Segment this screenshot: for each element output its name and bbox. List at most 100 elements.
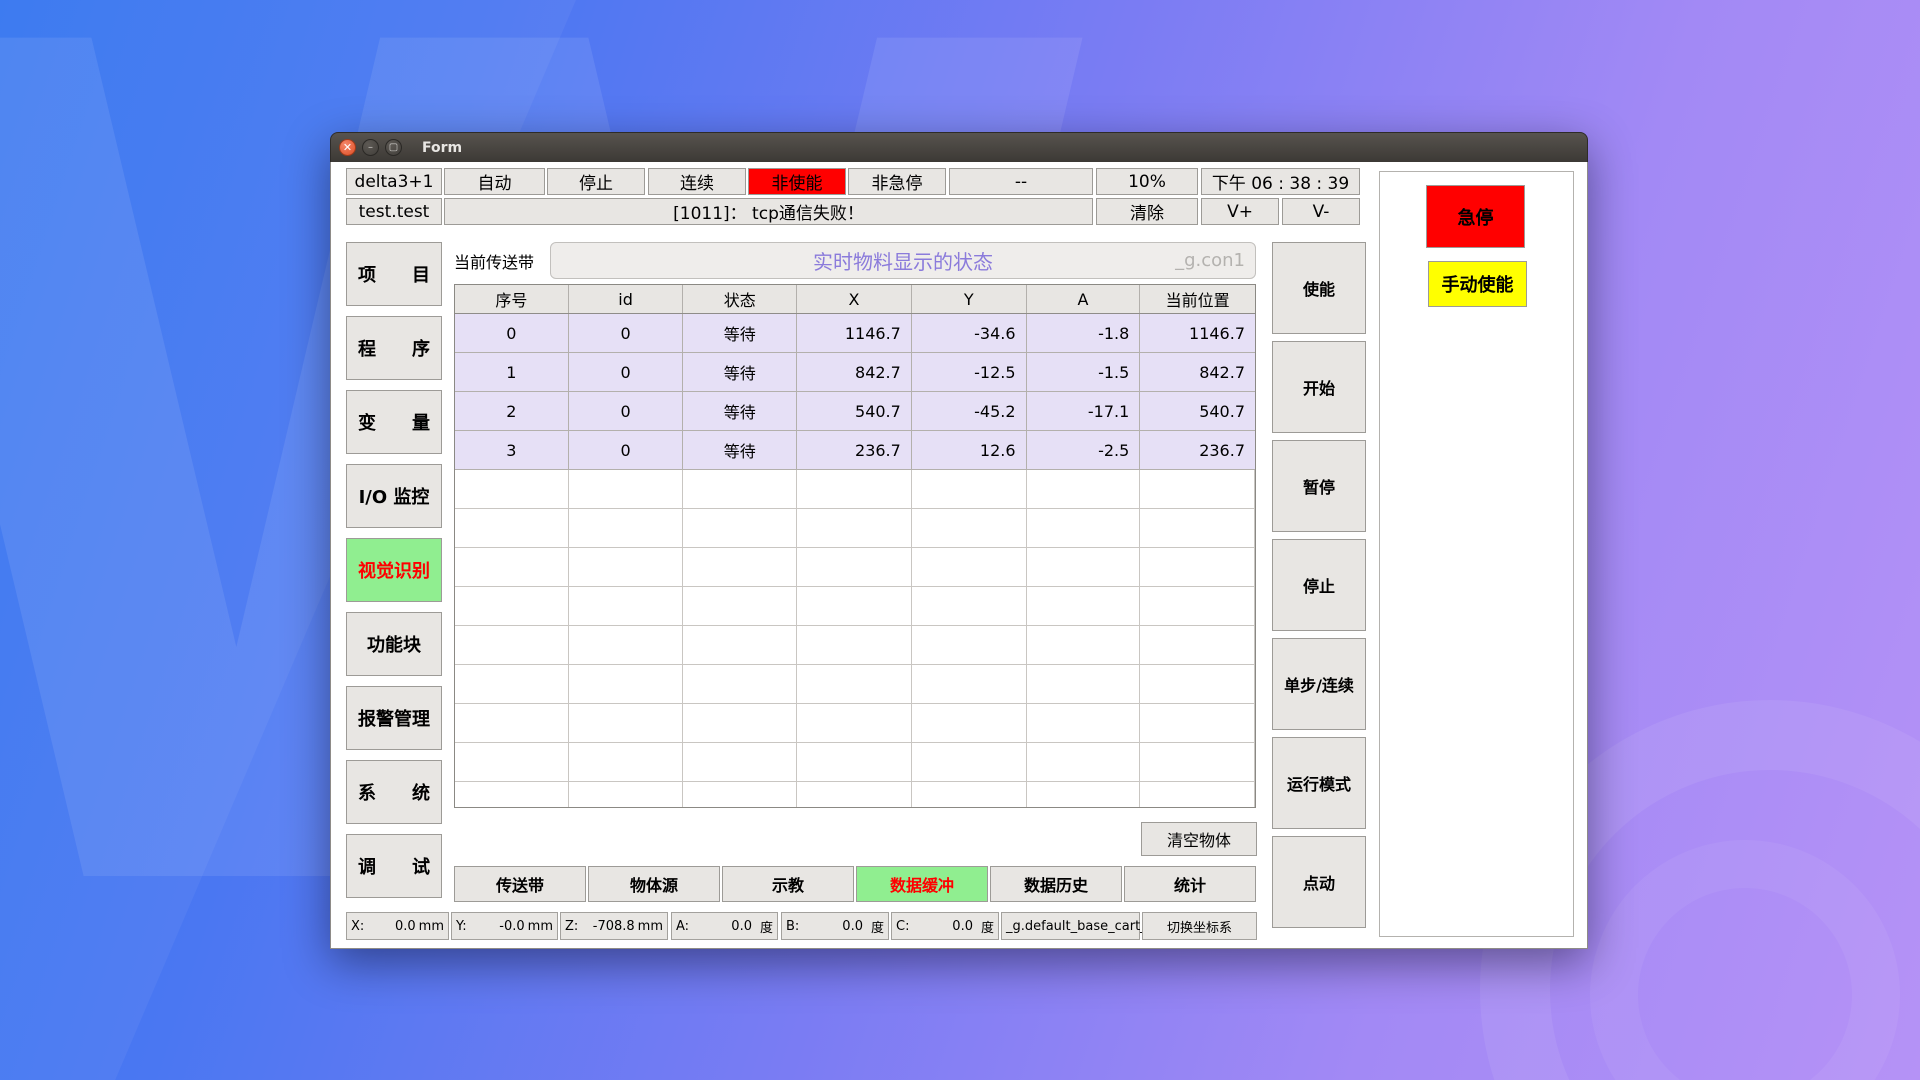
conveyor-value: _g.con1 [1175,250,1245,271]
cell-index: 0 [455,314,569,352]
cell-id: 0 [569,353,684,391]
switch-coordinate-button[interactable]: 切换坐标系 [1142,912,1257,940]
cell-x: 540.7 [797,392,912,430]
cell-position: 842.7 [1140,353,1255,391]
coord-label: X: [351,919,364,934]
tab-teach[interactable]: 示教 [722,866,854,902]
cell-x: 1146.7 [797,314,912,352]
status-coord-c: C: 0.0 度 [891,912,999,940]
sidebar-item-alarm-management[interactable]: 报警管理 [346,686,442,750]
continuous-button[interactable]: 连续 [648,168,746,195]
table-cell-empty [569,626,684,664]
desktop-background: W ✕ – ▢ Form delta3+1 自动 停止 连续 非使能 非急停 -… [0,0,1920,1080]
table-empty-rows [455,470,1255,808]
table-cell-empty [569,704,684,742]
material-table: 序号 id 状态 X Y A 当前位置 0 0 等待 1146.7 -34.6 … [454,284,1256,808]
sidebar-item-debug[interactable]: 调 试 [346,834,442,898]
table-cell-empty [1027,470,1141,508]
table-cell-empty [1140,665,1255,703]
status-coord-y: Y: -0.0 mm [451,912,558,940]
window-maximize-icon[interactable]: ▢ [385,139,402,156]
clear-objects-button[interactable]: 清空物体 [1141,822,1257,856]
coord-value: 0.0 [364,919,415,934]
table-cell-empty [912,782,1027,808]
manual-enable-button[interactable]: 手动使能 [1428,261,1527,307]
app-window: ✕ – ▢ Form delta3+1 自动 停止 连续 非使能 非急停 -- … [330,132,1588,949]
cell-y: -34.6 [912,314,1027,352]
jog-button[interactable]: 点动 [1272,836,1366,928]
sidebar-item-variables[interactable]: 变 量 [346,390,442,454]
sidebar-item-vision[interactable]: 视觉识别 [346,538,442,602]
coord-value: -708.8 [578,919,634,934]
cell-id: 0 [569,314,684,352]
coord-label: C: [896,919,909,934]
table-row[interactable]: 1 0 等待 842.7 -12.5 -1.5 842.7 [455,353,1255,392]
table-cell-empty [569,470,684,508]
pause-button[interactable]: 暂停 [1272,440,1366,532]
start-button[interactable]: 开始 [1272,341,1366,433]
table-cell-empty [1027,548,1141,586]
conveyor-combo[interactable]: 实时物料显示的状态 _g.con1 [550,242,1256,279]
run-mode-button[interactable]: 运行模式 [1272,737,1366,829]
toolbar-placeholder: -- [949,168,1093,195]
table-row-empty [455,743,1255,782]
table-cell-empty [683,743,797,781]
table-cell-empty [912,509,1027,547]
table-cell-empty [683,548,797,586]
run-state-button[interactable]: 停止 [547,168,645,195]
table-cell-empty [455,548,569,586]
robot-selector[interactable]: delta3+1 [346,168,442,195]
sidebar-item-program[interactable]: 程 序 [346,316,442,380]
velocity-down-button[interactable]: V- [1282,198,1360,225]
clear-alarm-button[interactable]: 清除 [1096,198,1198,225]
table-cell-empty [1140,704,1255,742]
coord-label: B: [786,919,799,934]
mode-auto-button[interactable]: 自动 [444,168,545,195]
coord-unit: 度 [760,917,773,936]
enable-state-indicator[interactable]: 非使能 [748,168,846,195]
table-cell-empty [455,704,569,742]
cell-x: 842.7 [797,353,912,391]
tab-conveyor[interactable]: 传送带 [454,866,586,902]
step-continuous-button[interactable]: 单步/连续 [1272,638,1366,730]
tab-data-history[interactable]: 数据历史 [990,866,1122,902]
table-cell-empty [1140,743,1255,781]
sidebar-item-system[interactable]: 系 统 [346,760,442,824]
table-row[interactable]: 2 0 等待 540.7 -45.2 -17.1 540.7 [455,392,1255,431]
table-cell-empty [569,743,684,781]
sidebar-item-io-monitor[interactable]: I/O 监控 [346,464,442,528]
status-coord-a: A: 0.0 度 [671,912,778,940]
sidebar-item-function-blocks[interactable]: 功能块 [346,612,442,676]
cell-position: 540.7 [1140,392,1255,430]
emergency-panel: 急停 手动使能 [1379,171,1574,937]
table-row[interactable]: 3 0 等待 236.7 12.6 -2.5 236.7 [455,431,1255,470]
tab-object-source[interactable]: 物体源 [588,866,720,902]
cell-id: 0 [569,431,684,469]
window-titlebar[interactable]: ✕ – ▢ Form [330,132,1588,162]
col-header-a: A [1027,285,1141,313]
cell-y: -45.2 [912,392,1027,430]
table-cell-empty [683,470,797,508]
coord-unit: mm [528,919,553,934]
stop-button[interactable]: 停止 [1272,539,1366,631]
table-cell-empty [683,509,797,547]
coord-unit: 度 [981,917,994,936]
sidebar-item-project[interactable]: 项 目 [346,242,442,306]
table-cell-empty [797,665,912,703]
enable-button[interactable]: 使能 [1272,242,1366,334]
table-cell-empty [683,587,797,625]
emergency-stop-button[interactable]: 急停 [1426,185,1525,248]
tab-data-buffer[interactable]: 数据缓冲 [856,866,988,902]
col-header-index: 序号 [455,285,569,313]
table-cell-empty [683,704,797,742]
window-minimize-icon[interactable]: – [362,139,379,156]
tab-statistics[interactable]: 统计 [1124,866,1256,902]
table-row[interactable]: 0 0 等待 1146.7 -34.6 -1.8 1146.7 [455,314,1255,353]
table-cell-empty [1027,626,1141,664]
table-cell-empty [797,782,912,808]
velocity-up-button[interactable]: V+ [1201,198,1279,225]
status-coord-x: X: 0.0 mm [346,912,449,940]
coord-label: Z: [565,919,578,934]
table-cell-empty [912,470,1027,508]
window-close-icon[interactable]: ✕ [339,139,356,156]
